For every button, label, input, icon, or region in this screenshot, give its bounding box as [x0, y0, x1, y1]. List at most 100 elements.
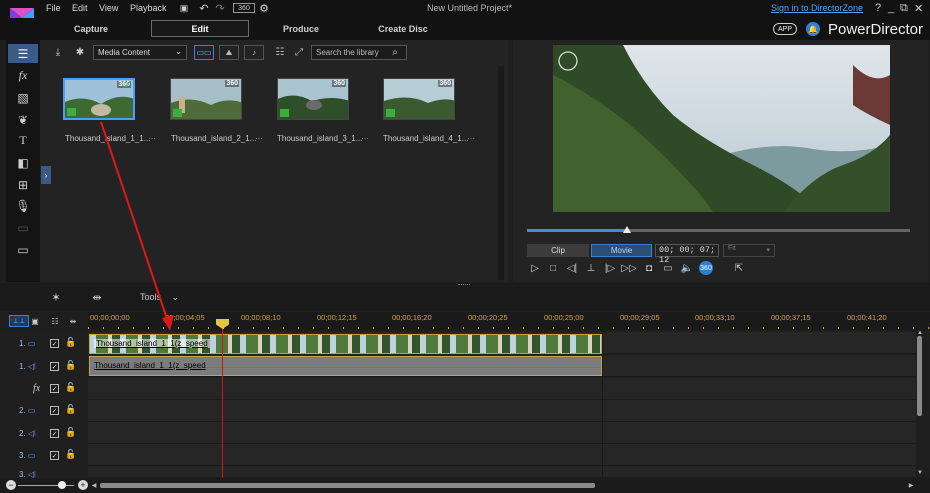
next-frame-icon[interactable]: |▷ [602, 261, 618, 275]
track-enable-checkbox[interactable]: ✓ [50, 362, 59, 371]
import-media-icon[interactable]: ⤓ [50, 45, 66, 60]
scroll-left-icon[interactable]: ◀ [91, 481, 97, 489]
plugins-icon[interactable]: ✱ [72, 45, 88, 60]
clip-mode-button[interactable]: Clip [527, 244, 589, 257]
track-enable-checkbox[interactable]: ✓ [50, 429, 59, 438]
movie-mode-button[interactable]: Movie [591, 244, 652, 257]
signin-link[interactable]: Sign in to DirectorZone [771, 3, 863, 13]
title-room-icon[interactable]: T [10, 131, 36, 150]
more-options-icon[interactable]: ⋯ [255, 134, 263, 143]
play-icon[interactable]: ▷ [527, 261, 543, 275]
music-filter-icon[interactable]: ♪ [244, 45, 264, 60]
track-row[interactable] [88, 444, 916, 466]
expand-library-icon[interactable]: ⤢ [292, 45, 306, 60]
track-row[interactable] [88, 378, 916, 400]
video-clip[interactable]: Thousand_island_1_1(z_speed [89, 334, 602, 354]
lock-icon[interactable]: 🔓 [65, 337, 76, 348]
voice-over-icon[interactable]: 🎙 [10, 196, 36, 215]
menu-view[interactable]: View [99, 3, 118, 13]
save-icon[interactable]: ▣ [178, 2, 190, 14]
media-content-select[interactable]: Media Content ⌄ [93, 45, 187, 60]
zoom-in-icon[interactable]: + [78, 480, 88, 490]
snapshot-icon[interactable]: ◘ [641, 261, 657, 275]
stop-icon[interactable]: □ [545, 261, 561, 275]
audio-mixing-icon[interactable]: ⊞ [10, 175, 36, 194]
preview-video[interactable] [553, 45, 890, 212]
tools-menu[interactable]: Tools ⌄ [140, 292, 179, 303]
tab-capture[interactable]: Capture [42, 20, 140, 37]
track-row[interactable] [88, 422, 916, 444]
timeline-horizontal-scrollbar[interactable] [100, 483, 595, 488]
track-manager-icon[interactable]: ☷ [48, 315, 62, 327]
sort-icon[interactable]: ☷ [273, 45, 287, 60]
scrubber-knob[interactable] [622, 226, 631, 233]
media-room-icon[interactable]: ☰ [8, 44, 38, 63]
minimize-icon[interactable]: _ [888, 2, 894, 14]
menu-file[interactable]: File [46, 3, 61, 13]
fx-room-icon[interactable]: fx [10, 66, 36, 85]
track-enable-checkbox[interactable]: ✓ [50, 451, 59, 460]
image-filter-icon[interactable]: ⛰ [219, 45, 239, 60]
aspect-ratio-icon[interactable]: 360 [233, 3, 255, 13]
timeline-view-icon[interactable]: ⊥⊥ [9, 315, 29, 327]
zoom-slider-knob[interactable] [58, 481, 66, 489]
undo-icon[interactable]: ↶ [198, 2, 210, 15]
lock-icon[interactable]: 🔓 [65, 427, 76, 438]
split-icon[interactable]: ⊥ [583, 261, 599, 275]
lock-icon[interactable]: 🔓 [65, 360, 76, 371]
video-filter-icon[interactable]: ▭▭ [194, 45, 214, 60]
fast-forward-icon[interactable]: ▷▷ [621, 261, 637, 275]
trim-icon[interactable]: ⇹ [88, 291, 106, 304]
timecode-display[interactable]: 00; 00; 07; 12 [655, 244, 719, 265]
track-enable-checkbox[interactable]: ✓ [50, 339, 59, 348]
menu-playback[interactable]: Playback [130, 3, 167, 13]
media-thumbnail[interactable]: 360 [383, 78, 455, 120]
close-icon[interactable]: ✕ [914, 2, 923, 15]
zoom-out-icon[interactable]: − [6, 480, 16, 490]
media-thumbnail[interactable]: 360 [170, 78, 242, 120]
notification-bell-icon[interactable]: 🔔 [806, 22, 820, 36]
restore-icon[interactable]: ⧉ [900, 2, 908, 15]
more-options-icon[interactable]: ⋯ [148, 134, 156, 143]
scroll-right-icon[interactable]: ▶ [908, 481, 914, 489]
expand-panel-icon[interactable]: › [41, 166, 51, 184]
360-view-icon[interactable]: 360 [699, 261, 713, 275]
timeline-vertical-scrollbar[interactable] [917, 336, 922, 416]
more-options-icon[interactable]: ⋯ [467, 134, 475, 143]
subtitle-room-icon[interactable]: ▭ [10, 240, 36, 259]
tab-edit[interactable]: Edit [151, 20, 249, 37]
chapter-room-icon[interactable]: ▭ [10, 218, 36, 237]
more-options-icon[interactable]: ⋯ [361, 134, 369, 143]
storyboard-view-icon[interactable]: ▣ [28, 315, 42, 327]
fit-timeline-icon[interactable]: ⇹ [66, 315, 80, 327]
audio-icon[interactable]: ▭ [660, 261, 676, 275]
lock-icon[interactable]: 🔓 [65, 382, 76, 393]
lock-icon[interactable]: 🔓 [65, 404, 76, 415]
magic-tools-icon[interactable]: ✶ [48, 291, 64, 304]
scroll-up-icon[interactable]: ▲ [916, 330, 924, 336]
track-row[interactable] [88, 400, 916, 422]
settings-gear-icon[interactable]: ⚙ [258, 2, 270, 15]
tab-create-disc[interactable]: Create Disc [354, 20, 452, 37]
panel-resize-handle[interactable] [458, 284, 470, 286]
search-icon[interactable]: ⌕ [388, 45, 402, 60]
library-scrollbar[interactable] [498, 66, 504, 280]
zoom-select[interactable]: Fit ▾ [723, 244, 775, 257]
particle-room-icon[interactable]: ❦ [10, 110, 36, 129]
redo-icon[interactable]: ↷ [214, 2, 226, 15]
volume-icon[interactable]: 🔈 [679, 261, 695, 275]
track-row[interactable] [88, 466, 916, 478]
lock-icon[interactable]: 🔓 [65, 449, 76, 460]
pip-room-icon[interactable]: ▧ [10, 88, 36, 107]
track-enable-checkbox[interactable]: ✓ [50, 384, 59, 393]
scroll-down-icon[interactable]: ▼ [916, 470, 924, 476]
help-icon[interactable]: ? [875, 2, 881, 14]
app-badge[interactable]: APP [773, 23, 797, 35]
tab-produce[interactable]: Produce [252, 20, 350, 37]
media-thumbnail[interactable]: 360 [277, 78, 349, 120]
media-thumbnail[interactable]: 360 ✓ [63, 78, 135, 120]
menu-edit[interactable]: Edit [72, 3, 88, 13]
previous-frame-icon[interactable]: ◁| [564, 261, 580, 275]
undock-icon[interactable]: ⇱ [731, 261, 747, 275]
track-enable-checkbox[interactable]: ✓ [50, 406, 59, 415]
